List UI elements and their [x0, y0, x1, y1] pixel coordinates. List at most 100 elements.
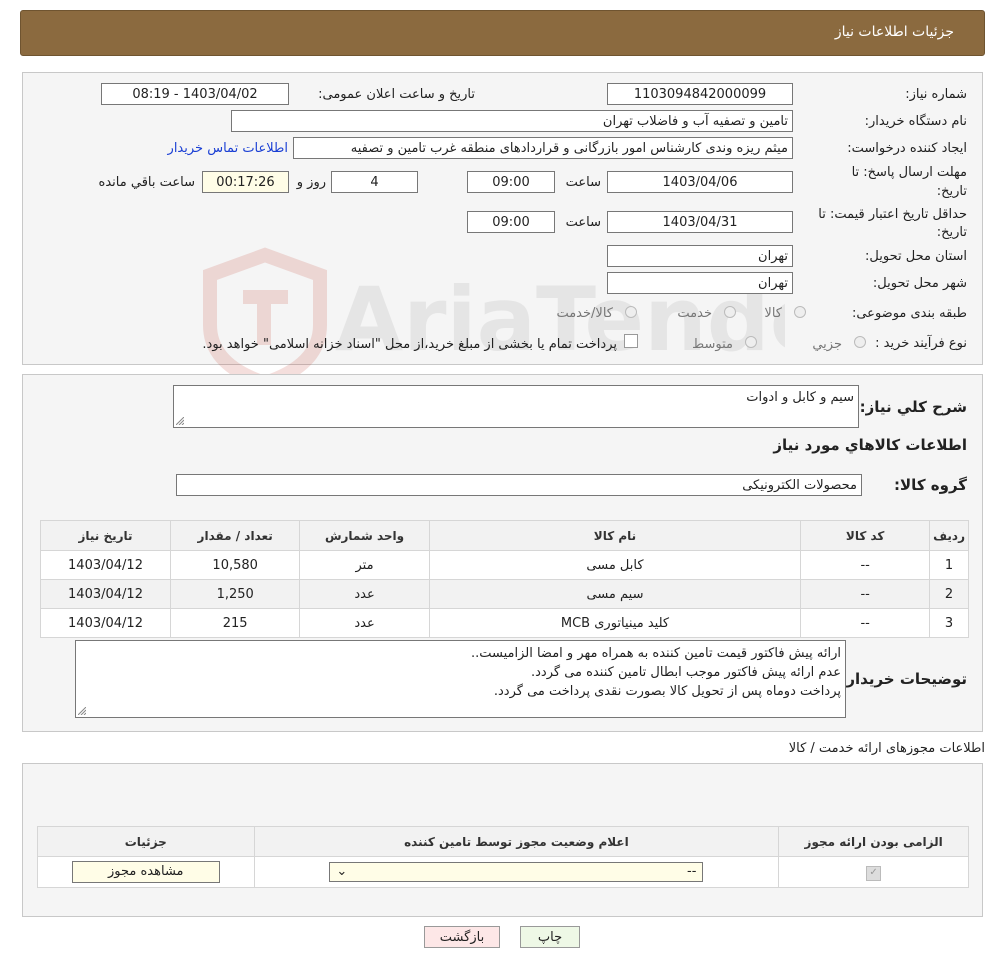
- permits-title: اطلاعات مجوزهای ارائه خدمت / کالا: [788, 741, 985, 756]
- buyer-note-line: ارائه پیش فاکتور قیمت تامین کننده به همر…: [470, 646, 841, 661]
- deadline-label: مهلت ارسال پاسخ: تا: [851, 165, 967, 180]
- description-text: سیم و کابل و ادوات: [746, 390, 854, 405]
- remaining-time-label: ساعت باقي مانده: [98, 175, 195, 190]
- cell-code: --: [800, 608, 931, 638]
- chevron-down-icon: ⌄: [336, 864, 348, 879]
- cell-code: --: [800, 579, 931, 609]
- cell-date: 1403/04/12: [40, 550, 171, 580]
- items-section-title: اطلاعات کالاهاي مورد نياز: [773, 436, 967, 454]
- cell-row: 1: [929, 550, 969, 580]
- validity-label-2: تاریخ:: [936, 225, 967, 240]
- category-option-goods-service: کالا/خدمت: [556, 306, 613, 321]
- page-header: جزئیات اطلاعات نیاز: [20, 10, 985, 56]
- city-label: شهر محل تحویل:: [872, 276, 967, 291]
- description-field: سیم و کابل و ادوات: [173, 385, 859, 428]
- announce-field: 1403/04/02 - 08:19: [101, 83, 289, 105]
- product-group-field: محصولات الکترونیکی: [176, 474, 862, 496]
- buyer-note-line: عدم ارائه پیش فاکتور موجب ابطال تامین کن…: [531, 665, 841, 680]
- buyer-contact-link[interactable]: اطلاعات تماس خریدار: [168, 141, 288, 156]
- city-field: تهران: [607, 272, 793, 294]
- cell-unit: عدد: [299, 579, 430, 609]
- remaining-time-field: 00:17:26: [202, 171, 289, 193]
- col-unit: واحد شمارش: [299, 520, 430, 551]
- cell-quantity: 215: [169, 608, 301, 638]
- col-code: کد کالا: [800, 520, 931, 551]
- process-radio-medium[interactable]: [745, 336, 757, 348]
- cell-quantity: 1,250: [169, 579, 301, 609]
- province-field: تهران: [607, 245, 793, 267]
- items-table: رديف کد کالا نام کالا واحد شمارش تعداد /…: [40, 520, 969, 638]
- cell-name: کلید مینیاتوری MCB: [428, 608, 802, 638]
- cell-permit-details: مشاهده مجوز: [37, 856, 255, 888]
- view-permit-button[interactable]: مشاهده مجوز: [71, 861, 220, 883]
- category-option-goods: کالا: [764, 306, 782, 321]
- permit-status-value: --: [687, 864, 697, 879]
- col-row: رديف: [929, 520, 969, 551]
- cell-quantity: 10,580: [169, 550, 301, 580]
- buyer-org-field: تامین و تصفیه آب و فاضلاب تهران: [231, 110, 793, 132]
- page-title: جزئیات اطلاعات نیاز: [834, 24, 954, 40]
- category-radio-goods[interactable]: [794, 306, 806, 318]
- col-date: تاریخ نیاز: [40, 520, 171, 551]
- requester-label: ایجاد کننده درخواست:: [847, 141, 967, 156]
- col-permit-details: جزئیات: [37, 826, 255, 857]
- items-table-header-row: رديف کد کالا نام کالا واحد شمارش تعداد /…: [40, 520, 969, 551]
- deadline-date-field: 1403/04/06: [607, 171, 793, 193]
- requester-field: میثم ریزه وندی کارشناس امور بازرگانی و ق…: [293, 137, 793, 159]
- validity-label: حداقل تاریخ اعتبار قیمت: تا: [818, 207, 967, 222]
- process-option-minor: جزيي: [812, 337, 842, 352]
- need-number-field: 1103094842000099: [607, 83, 793, 105]
- back-button[interactable]: بازگشت: [424, 926, 500, 948]
- col-quantity: تعداد / مقدار: [169, 520, 301, 551]
- table-row: 2 -- سیم مسی عدد 1,250 1403/04/12: [40, 579, 969, 609]
- category-radio-goods-service[interactable]: [625, 306, 637, 318]
- province-label: استان محل تحویل:: [865, 249, 967, 264]
- process-note: پرداخت تمام یا بخشی از مبلغ خرید،از محل …: [202, 337, 617, 352]
- buyer-notes-label: توضیحات خریدار:: [840, 670, 967, 688]
- table-row: 3 -- کلید مینیاتوری MCB عدد 215 1403/04/…: [40, 608, 969, 638]
- announce-label: تاریخ و ساعت اعلان عمومی:: [318, 87, 475, 102]
- cell-row: 2: [929, 579, 969, 609]
- category-label: طبقه بندی موضوعی:: [851, 306, 967, 321]
- permits-header-row: الزامی بودن ارائه مجوز اعلام وضعیت مجوز …: [37, 826, 969, 857]
- deadline-time-label: ساعت: [565, 175, 601, 190]
- buyer-notes-field: ارائه پیش فاکتور قیمت تامین کننده به همر…: [75, 640, 846, 718]
- cell-permit-required: ✓: [778, 856, 969, 888]
- description-label: شرح کلي نياز:: [859, 398, 967, 416]
- resize-handle-icon[interactable]: [78, 707, 86, 715]
- category-option-service: خدمت: [677, 306, 712, 321]
- table-row: ✓ -- ⌄ مشاهده مجوز: [37, 856, 969, 888]
- validity-time-label: ساعت: [565, 215, 601, 230]
- process-radio-minor[interactable]: [854, 336, 866, 348]
- days-label: روز و: [296, 175, 326, 190]
- col-permit-required: الزامی بودن ارائه مجوز: [778, 826, 969, 857]
- cell-date: 1403/04/12: [40, 579, 171, 609]
- cell-name: سیم مسی: [428, 579, 802, 609]
- cell-code: --: [800, 550, 931, 580]
- process-label: نوع فرآیند خرید :: [875, 336, 967, 351]
- cell-date: 1403/04/12: [40, 608, 171, 638]
- category-radio-service[interactable]: [724, 306, 736, 318]
- col-name: نام کالا: [428, 520, 802, 551]
- required-checkbox-icon: ✓: [866, 865, 882, 881]
- treasury-checkbox[interactable]: [624, 334, 638, 348]
- need-number-label: شماره نیاز:: [905, 87, 967, 102]
- deadline-time-field: 09:00: [467, 171, 555, 193]
- table-row: 1 -- کابل مسی متر 10,580 1403/04/12: [40, 550, 969, 580]
- buyer-note-line: پرداخت دوماه پس از تحویل کالا بصورت نقدی…: [493, 684, 841, 699]
- permits-table: الزامی بودن ارائه مجوز اعلام وضعیت مجوز …: [37, 826, 969, 888]
- cell-unit: عدد: [299, 608, 430, 638]
- col-permit-status: اعلام وضعیت مجوز توسط تامین کننده: [253, 826, 780, 857]
- cell-unit: متر: [299, 550, 430, 580]
- print-button[interactable]: چاپ: [520, 926, 580, 948]
- validity-date-field: 1403/04/31: [607, 211, 793, 233]
- cell-permit-status: -- ⌄: [253, 856, 780, 888]
- product-group-label: گروه کالا:: [894, 476, 967, 494]
- deadline-label-2: تاریخ:: [936, 184, 967, 199]
- permit-status-select[interactable]: -- ⌄: [329, 862, 704, 882]
- cell-name: کابل مسی: [428, 550, 802, 580]
- cell-row: 3: [929, 608, 969, 638]
- resize-handle-icon[interactable]: [176, 417, 184, 425]
- days-remaining-field: 4: [331, 171, 418, 193]
- validity-time-field: 09:00: [467, 211, 555, 233]
